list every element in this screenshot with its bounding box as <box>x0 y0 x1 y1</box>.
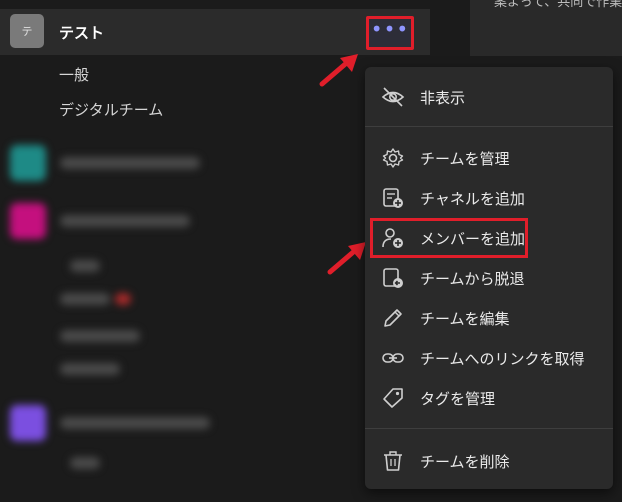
more-icon: ••• <box>370 17 410 41</box>
obscured-text <box>60 157 200 169</box>
obscured-text <box>60 363 120 375</box>
link-icon <box>382 353 404 363</box>
team-context-menu: 非表示 チームを管理 チャネルを追加 メンバーを追加 チームから脱退 チームを編… <box>365 67 613 489</box>
obscured-team-avatar <box>10 405 46 441</box>
menu-item-leave-team[interactable]: チームから脱退 <box>365 261 613 295</box>
menu-item-get-link[interactable]: チームへのリンクを取得 <box>365 341 613 375</box>
menu-item-hide[interactable]: 非表示 <box>365 80 613 114</box>
pencil-icon <box>384 309 402 327</box>
menu-item-label: チームへのリンクを取得 <box>420 350 585 368</box>
menu-item-label: チームを削除 <box>420 453 510 471</box>
menu-item-edit-team[interactable]: チームを編集 <box>365 301 613 335</box>
annotation-highlight-box <box>370 218 528 258</box>
obscured-text <box>70 260 100 272</box>
channel-digital-team[interactable]: デジタルチーム <box>59 99 163 120</box>
gear-icon <box>382 148 404 168</box>
eye-off-icon <box>381 87 405 107</box>
channel-general[interactable]: 一般 <box>59 64 89 85</box>
menu-item-label: 非表示 <box>420 89 466 107</box>
obscured-team-avatar <box>10 203 46 239</box>
annotation-arrow-icon <box>319 54 358 87</box>
add-channel-icon <box>383 188 403 208</box>
obscured-teams-list <box>0 135 360 495</box>
more-options-button[interactable]: ••• <box>366 16 414 50</box>
menu-divider <box>365 428 613 429</box>
menu-item-label: チャネルを追加 <box>420 190 525 208</box>
menu-item-add-channel[interactable]: チャネルを追加 <box>365 181 613 215</box>
menu-item-label: チームを編集 <box>420 310 510 328</box>
obscured-text <box>115 293 131 305</box>
menu-divider <box>365 126 613 127</box>
obscured-text <box>60 215 190 227</box>
team-avatar: テ <box>10 14 44 48</box>
menu-item-label: チームを管理 <box>420 150 510 168</box>
menu-item-label: タグを管理 <box>420 390 496 408</box>
tag-icon <box>383 388 403 408</box>
obscured-text <box>60 330 140 342</box>
menu-item-label: チームから脱退 <box>420 270 525 288</box>
trash-icon <box>384 451 402 471</box>
leave-team-icon <box>383 268 403 288</box>
annotation-arrow-icon <box>327 242 366 275</box>
obscured-text <box>60 293 110 305</box>
obscured-text <box>70 457 100 469</box>
team-name[interactable]: テスト <box>59 22 104 43</box>
menu-item-manage-tags[interactable]: タグを管理 <box>365 381 613 415</box>
obscured-team-avatar <box>10 145 46 181</box>
menu-item-delete-team[interactable]: チームを削除 <box>365 444 613 478</box>
message-snippet: 案よって、共同で作業 <box>494 0 622 10</box>
menu-item-manage-team[interactable]: チームを管理 <box>365 141 613 175</box>
obscured-text <box>60 417 210 429</box>
